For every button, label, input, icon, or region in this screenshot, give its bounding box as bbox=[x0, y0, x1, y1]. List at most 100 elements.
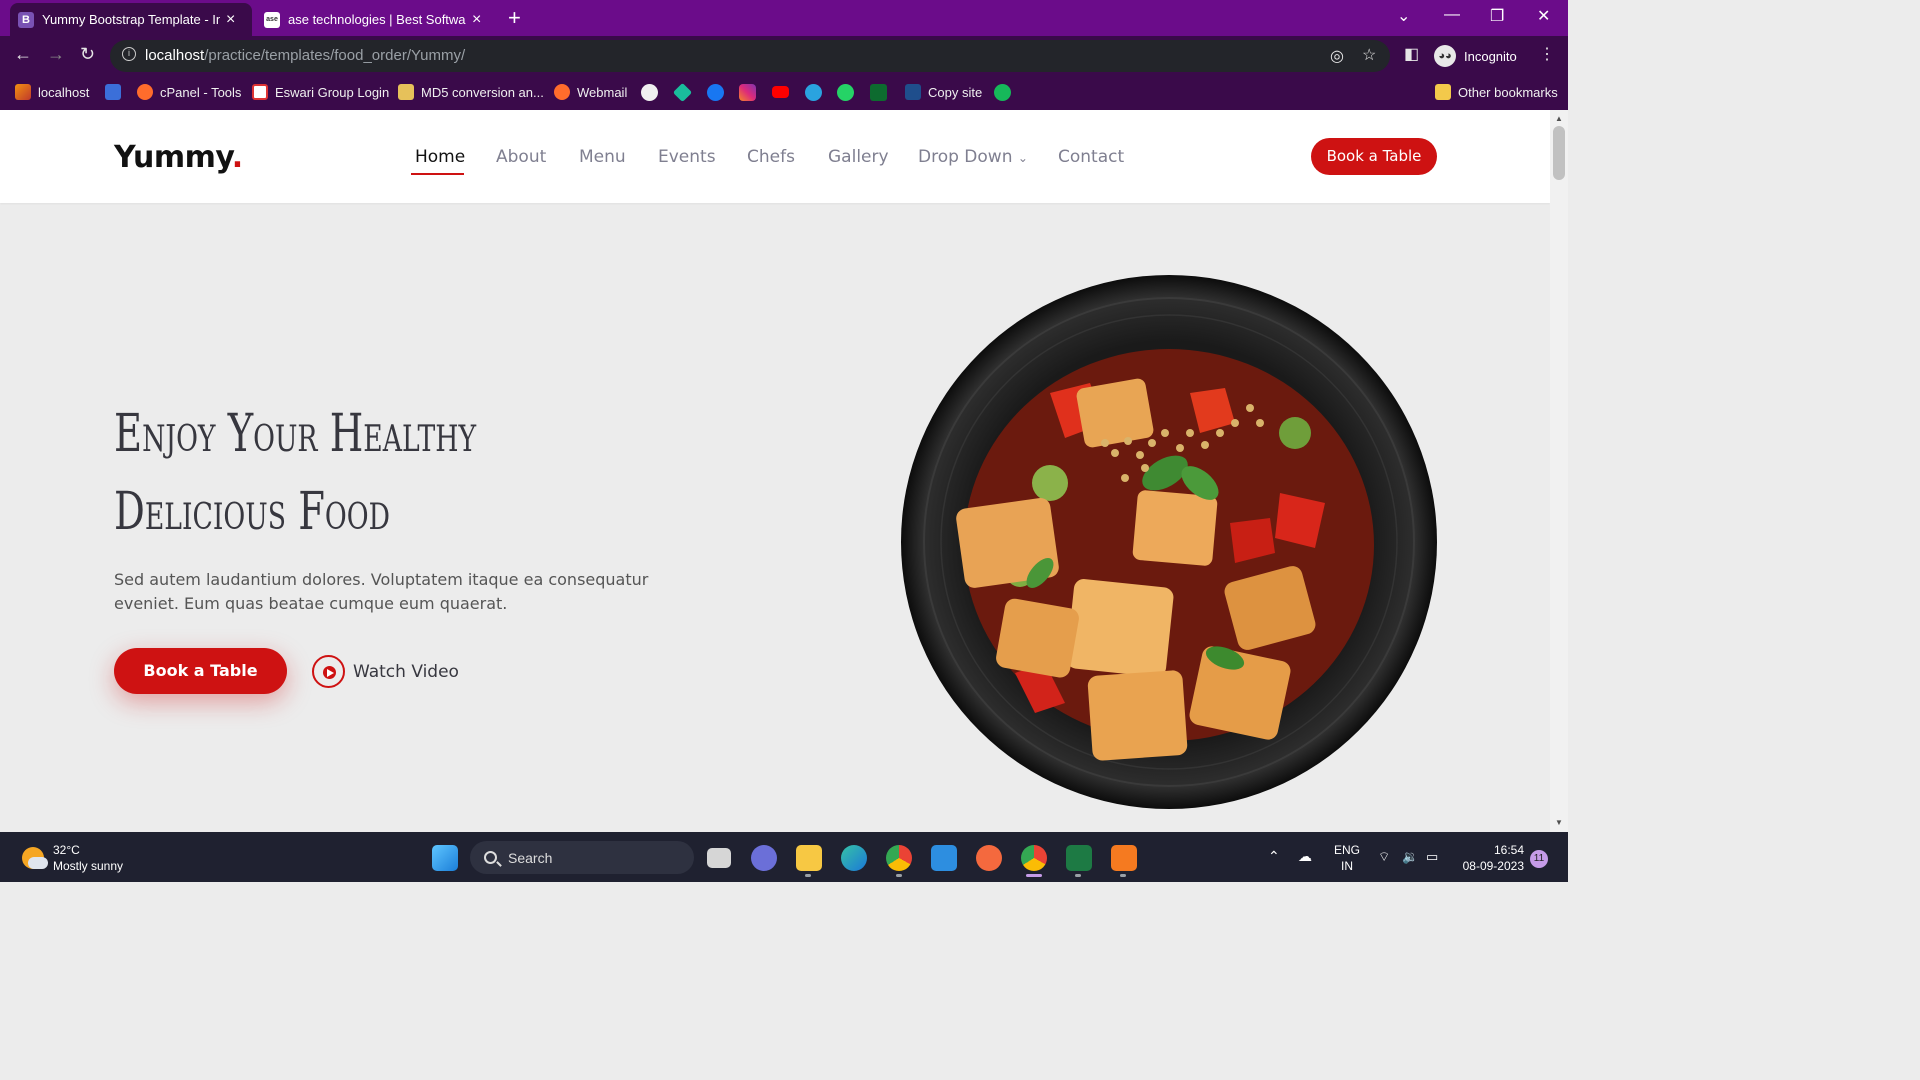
reload-icon[interactable]: ↻ bbox=[80, 44, 95, 65]
bookmark-star-icon[interactable]: ☆ bbox=[1362, 45, 1376, 65]
scroll-down-icon[interactable]: ▼ bbox=[1555, 818, 1563, 827]
tab-search-chevron-icon[interactable]: ⌄ bbox=[1397, 6, 1410, 26]
lang-bottom: IN bbox=[1341, 859, 1353, 873]
nav-events[interactable]: Events bbox=[658, 147, 716, 167]
back-icon[interactable]: ← bbox=[14, 44, 32, 65]
bookmark-f[interactable] bbox=[105, 84, 128, 100]
close-window-icon[interactable]: ✕ bbox=[1537, 6, 1550, 26]
chrome-incognito-icon[interactable] bbox=[1021, 845, 1047, 871]
hero-book-table-button[interactable]: Book a Table bbox=[114, 648, 287, 694]
scroll-up-icon[interactable]: ▲ bbox=[1555, 114, 1563, 123]
minimize-icon[interactable]: — bbox=[1444, 6, 1460, 24]
eswari-icon bbox=[252, 84, 268, 100]
battery-icon[interactable]: ▭ bbox=[1426, 849, 1438, 865]
bookmark-localhost[interactable]: localhost bbox=[15, 84, 89, 100]
site-logo[interactable]: Yummy. bbox=[114, 140, 243, 175]
bookmark-eswari[interactable]: Eswari Group Login bbox=[252, 84, 389, 100]
wifi-icon[interactable]: ⌔ bbox=[1378, 849, 1390, 865]
upwork-icon[interactable] bbox=[994, 84, 1011, 101]
nav-chefs[interactable]: Chefs bbox=[747, 147, 795, 167]
xampp-icon[interactable] bbox=[1111, 845, 1137, 871]
bookmark-md5[interactable]: MD5 conversion an... bbox=[398, 84, 544, 100]
chat-icon[interactable] bbox=[751, 845, 777, 871]
eye-off-icon[interactable]: ◎ bbox=[1330, 46, 1344, 66]
whatsapp-icon[interactable] bbox=[837, 84, 854, 101]
bookmark-cpanel[interactable]: cPanel - Tools bbox=[137, 84, 241, 100]
restore-icon[interactable]: ❐ bbox=[1490, 6, 1504, 26]
telegram-icon[interactable] bbox=[805, 84, 822, 101]
file-explorer-icon[interactable] bbox=[796, 845, 822, 871]
browser-toolbar: ← → ↻ i localhost/practice/templates/foo… bbox=[0, 36, 1568, 76]
system-clock[interactable]: 16:54 08-09-2023 bbox=[1456, 842, 1524, 874]
youtube-icon[interactable] bbox=[772, 86, 789, 98]
bookmark-label: localhost bbox=[38, 84, 90, 100]
watch-video-label: Watch Video bbox=[353, 661, 459, 682]
hero-title-line: Enjoy Your Healthy bbox=[114, 404, 477, 464]
notification-badge[interactable]: 11 bbox=[1530, 850, 1548, 868]
forward-icon[interactable]: → bbox=[47, 44, 65, 65]
site-info-icon[interactable]: i bbox=[122, 47, 136, 61]
w-logo-icon bbox=[905, 84, 921, 100]
weather-sun-icon bbox=[22, 847, 48, 869]
active-indicator bbox=[1026, 874, 1042, 877]
play-icon bbox=[312, 655, 345, 688]
nav-active-underline bbox=[411, 173, 464, 175]
vscode-icon[interactable] bbox=[931, 845, 957, 871]
ase-favicon-icon: ase bbox=[264, 11, 280, 28]
new-tab-icon[interactable]: + bbox=[508, 5, 521, 31]
nav-menu[interactable]: Menu bbox=[579, 147, 626, 167]
tray-overflow-icon[interactable]: ⌃ bbox=[1268, 848, 1280, 864]
taskbar-search[interactable]: Search bbox=[470, 841, 694, 874]
clock-date: 08-09-2023 bbox=[1462, 859, 1524, 873]
volume-icon[interactable]: 🔉 bbox=[1402, 849, 1418, 865]
bootstrap-favicon-icon: B bbox=[18, 11, 34, 28]
cpanel-icon bbox=[137, 84, 153, 100]
bookmark-label: cPanel - Tools bbox=[160, 84, 242, 100]
instagram-icon[interactable] bbox=[739, 84, 756, 101]
search-placeholder: Search bbox=[508, 849, 553, 866]
header-book-table-button[interactable]: Book a Table bbox=[1311, 138, 1437, 175]
windows-start-icon[interactable] bbox=[432, 845, 458, 871]
close-tab-icon[interactable]: × bbox=[472, 11, 481, 29]
hero-description: Sed autem laudantium dolores. Voluptatem… bbox=[114, 568, 674, 616]
bookmark-copy-site[interactable]: Copy site bbox=[905, 84, 982, 100]
nav-home[interactable]: Home bbox=[415, 147, 465, 167]
language-indicator[interactable]: ENG IN bbox=[1334, 842, 1360, 874]
url-text[interactable]: localhost/practice/templates/food_order/… bbox=[145, 47, 465, 64]
weather-desc: Mostly sunny bbox=[53, 859, 124, 873]
edge-icon[interactable] bbox=[841, 845, 867, 871]
nav-drop-down[interactable]: Drop Down ⌄ bbox=[918, 147, 1028, 167]
bookmark-label: Eswari Group Login bbox=[275, 84, 390, 100]
other-bookmarks[interactable]: Other bookmarks bbox=[1435, 84, 1558, 100]
chevron-down-icon: ⌄ bbox=[1017, 151, 1028, 165]
hero-title-line: Delicious Food bbox=[114, 482, 390, 542]
tab-yummy[interactable]: B Yummy Bootstrap Template - Ind × bbox=[10, 3, 252, 36]
task-view-icon[interactable] bbox=[707, 848, 731, 868]
address-bar[interactable]: i localhost/practice/templates/food_orde… bbox=[110, 40, 1390, 72]
nav-about[interactable]: About bbox=[496, 147, 546, 167]
tab-strip: B Yummy Bootstrap Template - Ind × ase a… bbox=[0, 0, 1568, 36]
close-tab-icon[interactable]: × bbox=[226, 11, 235, 29]
incognito-indicator[interactable]: ◕◕ Incognito bbox=[1434, 44, 1517, 68]
running-indicator bbox=[1075, 874, 1081, 877]
page-scrollbar[interactable]: ▲ ▼ bbox=[1550, 110, 1568, 832]
menu-kebab-icon[interactable]: ⋮ bbox=[1539, 44, 1555, 64]
nav-gallery[interactable]: Gallery bbox=[828, 147, 889, 167]
watch-video-button[interactable]: Watch Video bbox=[312, 655, 459, 688]
chrome-icon[interactable] bbox=[886, 845, 912, 871]
cpanel-icon bbox=[554, 84, 570, 100]
onedrive-icon[interactable]: ☁ bbox=[1298, 848, 1312, 864]
running-indicator bbox=[1120, 874, 1126, 877]
nav-contact[interactable]: Contact bbox=[1058, 147, 1124, 167]
postman-icon[interactable] bbox=[976, 845, 1002, 871]
github-icon[interactable] bbox=[641, 84, 658, 101]
facebook-icon[interactable] bbox=[707, 84, 724, 101]
weather-widget[interactable]: 32°C Mostly sunny bbox=[22, 842, 123, 874]
excel-icon[interactable] bbox=[1066, 845, 1092, 871]
bookmark-webmail[interactable]: Webmail bbox=[554, 84, 627, 100]
running-indicator bbox=[805, 874, 811, 877]
side-panel-icon[interactable]: ◧ bbox=[1404, 44, 1419, 64]
tab-ase[interactable]: ase ase technologies | Best Software × bbox=[256, 3, 498, 36]
scroll-thumb[interactable] bbox=[1553, 126, 1565, 180]
green-bookmark-icon[interactable] bbox=[870, 84, 887, 101]
